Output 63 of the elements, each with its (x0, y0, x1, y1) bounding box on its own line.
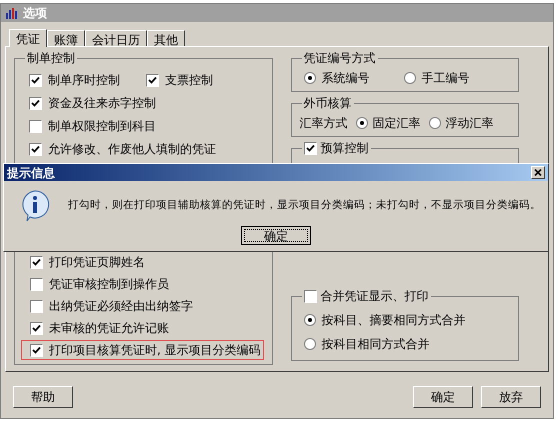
checkbox[interactable] (30, 256, 43, 268)
group-title: 外币核算 (304, 95, 352, 112)
option-label: 未审核的凭证允许记账 (49, 320, 169, 337)
bar-chart-icon (5, 6, 19, 20)
dialog-button[interactable]: 确定 (413, 386, 473, 408)
help-button[interactable]: 帮助 (13, 386, 73, 408)
group-title: 凭证编号方式 (304, 50, 376, 67)
dialog-message: 打勾时，则在打印项目辅助核算的凭证时，显示项目分类编码；未打勾时，不显示项目分类编码。 (68, 198, 541, 214)
dialog-title: 提示信息 (7, 164, 55, 182)
check-mark-icon (148, 76, 157, 84)
checkbox[interactable] (304, 290, 317, 302)
option-label: 出纳凭证必须经由出纳签字 (49, 298, 193, 315)
option-label: 浮动汇率 (446, 115, 494, 132)
option-label: 允许修改、作废他人填制的凭证 (48, 141, 216, 158)
window-title: 选项 (23, 5, 47, 22)
check-mark-icon (31, 144, 40, 154)
checkbox[interactable] (29, 74, 42, 86)
radio-button[interactable] (428, 117, 441, 129)
option-label: 预算控制 (320, 140, 369, 157)
option-label: 按科目、摘要相同方式合并 (322, 312, 466, 329)
check-mark-icon (31, 76, 40, 84)
option-label: 打印项目核算凭证时, 显示项目分类编码 (49, 342, 261, 359)
checkbox[interactable] (30, 322, 43, 334)
check-mark-icon (32, 258, 41, 266)
tab[interactable]: 其他 (147, 30, 185, 46)
check-mark-icon (32, 324, 41, 332)
checkbox[interactable] (30, 278, 43, 290)
radio-button[interactable] (304, 338, 316, 350)
option-label: 固定汇率 (372, 115, 421, 132)
checkbox[interactable] (29, 142, 42, 156)
ok-button[interactable]: 确定 (241, 226, 311, 245)
option-label: 制单权限控制到科目 (48, 118, 156, 135)
checkbox[interactable] (146, 74, 159, 86)
option-label: 手工编号 (422, 70, 470, 87)
tab[interactable]: 账簿 (47, 30, 85, 46)
option-label: 凭证审核控制到操作员 (49, 276, 169, 293)
group-title: 制单控制 (27, 50, 75, 67)
checkbox[interactable] (30, 300, 43, 312)
radio-button[interactable] (356, 117, 368, 129)
rate-mode-label: 汇率方式 (300, 115, 348, 132)
option-label: 资金及往来赤字控制 (48, 95, 156, 112)
check-mark-icon (306, 144, 315, 152)
option-label: 按科目相同方式合并 (322, 336, 430, 353)
checkbox[interactable] (29, 96, 42, 110)
option-label: 合并凭证显示、打印 (320, 288, 429, 305)
close-icon (534, 169, 542, 176)
radio-button[interactable] (304, 72, 316, 84)
checkbox[interactable] (304, 142, 317, 154)
radio-button[interactable] (404, 72, 416, 84)
info-icon (20, 190, 50, 222)
checkbox[interactable] (29, 120, 42, 132)
option-label: 系统编号 (322, 70, 370, 87)
check-mark-icon (31, 98, 40, 108)
checkbox[interactable] (30, 344, 43, 356)
radio-button[interactable] (304, 314, 316, 326)
option-label: 制单序时控制 (48, 72, 120, 89)
tab[interactable]: 会计日历 (85, 30, 147, 46)
close-button[interactable] (531, 166, 545, 179)
option-label: 打印凭证页脚姓名 (49, 254, 145, 271)
check-mark-icon (32, 346, 41, 354)
tab[interactable]: 凭证 (9, 29, 47, 47)
option-label: 支票控制 (165, 72, 213, 89)
dialog-button[interactable]: 放弃 (481, 386, 541, 408)
